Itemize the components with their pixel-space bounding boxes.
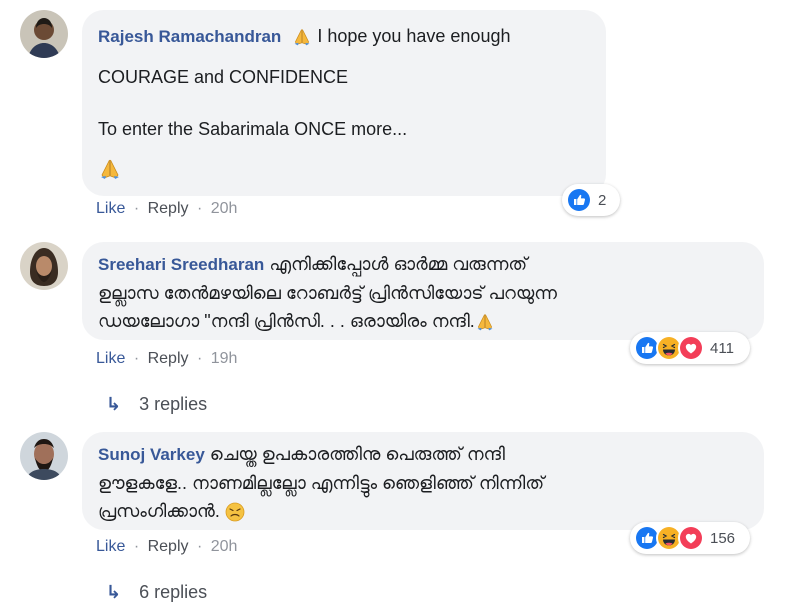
reactions-summary[interactable]: 156 <box>630 522 750 554</box>
author-name[interactable]: Rajesh Ramachandran <box>98 27 281 46</box>
avatar[interactable] <box>20 242 68 290</box>
like-link[interactable]: Like <box>96 200 125 217</box>
comment-actions: Like · Reply · 19h <box>96 350 238 367</box>
comment-bubble: Rajesh Ramachandran I hope you have enou… <box>82 10 606 196</box>
comment-text-line: To enter the Sabarimala ONCE more... <box>98 119 408 139</box>
view-replies-link[interactable]: ↳ 6 replies <box>106 582 207 603</box>
reaction-count: 156 <box>710 529 736 547</box>
timestamp[interactable]: 19h <box>211 350 238 367</box>
avatar-photo <box>20 432 68 480</box>
reaction-count: 2 <box>598 191 607 209</box>
comment-text-line: എനിക്കിപ്പോൾ ഓർമ്മ വരുന്നത് <box>264 254 528 274</box>
comment-actions: Like · Reply · 20h <box>96 200 238 217</box>
like-reaction-icon <box>566 187 592 213</box>
comment-bubble: Sunoj Varkey ചെയ്ത ഉപകാരത്തിനു പെരുത്ത് … <box>82 432 764 530</box>
reply-link[interactable]: Reply <box>148 350 189 367</box>
love-reaction-icon <box>678 335 704 361</box>
comment-text-line: ഡയലോഗാ "നന്ദി പ്രിൻസി. . . ഒരായിരം നന്ദി… <box>98 311 475 331</box>
angry-face-emoji <box>225 502 245 522</box>
love-reaction-icon <box>678 525 704 551</box>
view-replies-link[interactable]: ↳ 3 replies <box>106 394 207 415</box>
comment-actions: Like · Reply · 20h <box>96 538 238 555</box>
comment-text-line: പ്രസംഗിക്കാൻ. <box>98 501 220 521</box>
comment-text-line: ഉല്ലാസ തേൻമഴയിലെ റോബർട്ട് പ്രിൻസിയോട് പറ… <box>98 283 557 303</box>
folded-hands-emoji <box>292 27 312 47</box>
avatar[interactable] <box>20 10 68 58</box>
reply-arrow-icon: ↳ <box>106 394 122 414</box>
comment-text-line: ഊളകളേ.. നാണമില്ലല്ലോ എന്നിട്ടും ഞെളിഞ്ഞ്… <box>98 473 545 493</box>
reply-arrow-icon: ↳ <box>106 582 122 602</box>
author-name[interactable]: Sreehari Sreedharan <box>98 255 264 274</box>
timestamp[interactable]: 20h <box>211 200 238 217</box>
reaction-count: 411 <box>710 339 734 357</box>
author-name[interactable]: Sunoj Varkey <box>98 445 205 464</box>
comment-text-line: I hope you have enough <box>312 26 511 46</box>
comment-bubble: Sreehari Sreedharan എനിക്കിപ്പോൾ ഓർമ്മ വ… <box>82 242 764 340</box>
reply-link[interactable]: Reply <box>148 200 189 217</box>
avatar-photo <box>20 242 68 290</box>
reply-link[interactable]: Reply <box>148 538 189 555</box>
comment-text-line: COURAGE and CONFIDENCE <box>98 67 349 87</box>
timestamp[interactable]: 20h <box>211 538 238 555</box>
like-link[interactable]: Like <box>96 350 125 367</box>
comment-text-line: ചെയ്ത ഉപകാരത്തിനു പെരുത്ത് നന്ദി <box>204 444 505 464</box>
folded-hands-emoji <box>475 312 495 332</box>
folded-hands-emoji <box>98 157 122 181</box>
reactions-summary[interactable]: 411 <box>630 332 750 364</box>
reactions-summary[interactable]: 2 <box>562 184 620 216</box>
avatar[interactable] <box>20 432 68 480</box>
avatar-photo <box>20 10 68 58</box>
like-link[interactable]: Like <box>96 538 125 555</box>
